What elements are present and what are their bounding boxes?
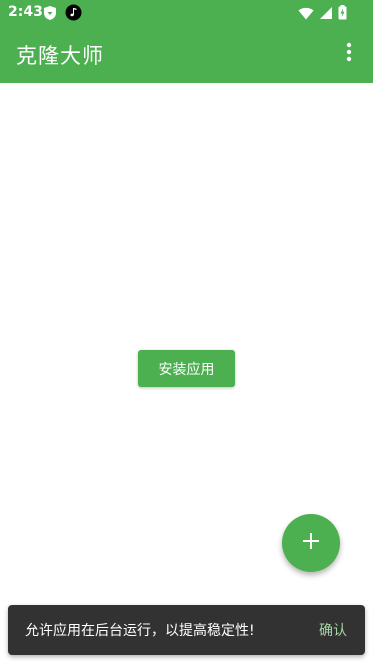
snackbar-message: 允许应用在后台运行，以提高稳定性! [25,623,255,639]
add-fab-button[interactable] [282,514,340,572]
music-note-icon [65,4,82,25]
status-left-icons [43,4,82,25]
install-app-button[interactable]: 安装应用 [138,350,235,387]
snackbar-confirm-button[interactable]: 确认 [319,620,347,640]
status-right-icons [298,5,347,24]
more-options-button[interactable] [337,42,361,66]
more-vert-icon [346,42,352,66]
battery-charging-icon [338,5,347,24]
status-time: 2:43 [8,4,43,20]
status-bar: 2:43 [0,0,373,26]
app-bar: 克隆大师 [0,26,373,83]
signal-icon [319,5,333,24]
plus-icon [302,532,320,554]
wifi-icon [298,5,314,24]
app-title: 克隆大师 [16,44,104,68]
app-screen: 2:43 克隆大师 安装应用 允许应用在后台运行，以提高稳定性! 确认 [0,0,373,663]
shield-icon [43,5,57,25]
snackbar: 允许应用在后台运行，以提高稳定性! 确认 [8,605,365,655]
